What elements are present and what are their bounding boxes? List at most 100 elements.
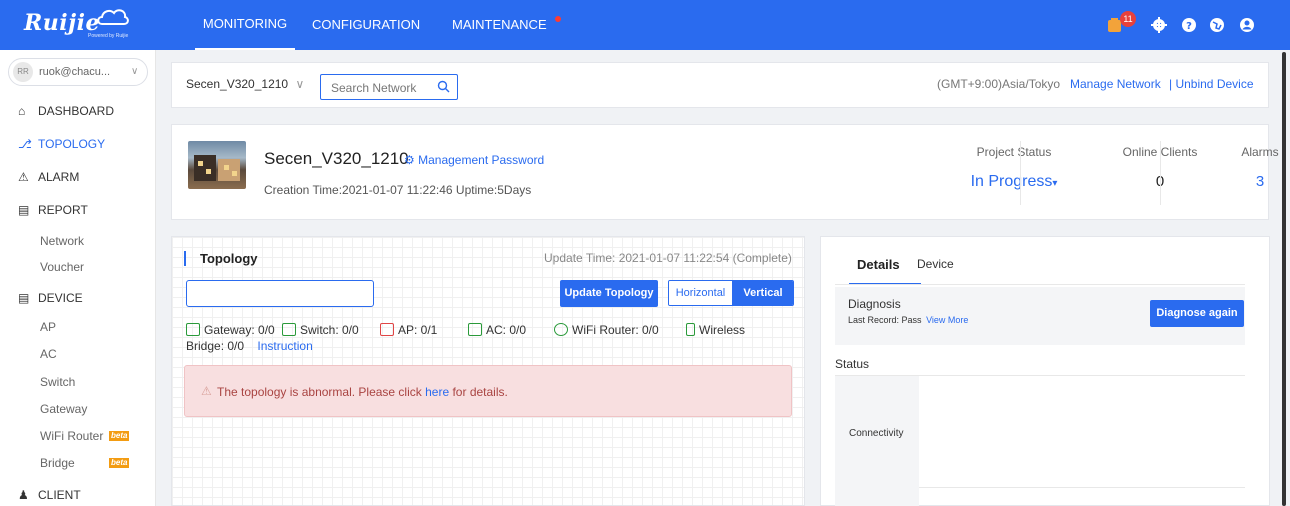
project-status: Project Status In Progress▾ (810, 125, 1058, 221)
legend-wifi-router[interactable]: WiFi Router: 0/0 (554, 321, 659, 339)
maintenance-alert-dot (555, 16, 561, 22)
sidebar-item-label: TOPOLOGY (38, 137, 106, 151)
last-record: Last Record: Pass View More (848, 315, 968, 325)
sidebar-item-client[interactable]: ♟ CLIENT (0, 482, 156, 506)
sidebar-item-dashboard[interactable]: ⌂ DASHBOARD (0, 98, 156, 124)
status-label-column: Connectivity (835, 376, 919, 506)
legend-label: AP: 0/1 (398, 323, 438, 337)
sidebar-item-report[interactable]: ▤ REPORT (0, 197, 156, 223)
diagnosis-panel: Diagnosis Last Record: Pass View More Di… (835, 287, 1245, 345)
project-name: Secen_V320_1210 (264, 149, 409, 168)
legend-bridge: Bridge: 0/0 Instruction (186, 337, 313, 355)
alert-text: for details. (449, 385, 508, 399)
alert-details-link[interactable]: here (425, 385, 449, 399)
sidebar-sub-network[interactable]: Network (40, 231, 84, 251)
management-password-link[interactable]: ⚙ Management Password (404, 153, 544, 167)
update-topology-button[interactable]: Update Topology (560, 280, 658, 307)
diagnose-again-button[interactable]: Diagnose again (1150, 300, 1244, 327)
sidebar-sub-label: WiFi Router (40, 429, 104, 443)
sidebar-sub-voucher[interactable]: Voucher (40, 257, 84, 277)
chevron-down-icon: ∨ (131, 66, 139, 77)
sidebar: RR ruok@chacu... ∨ ⌂ DASHBOARD ⎇ TOPOLOG… (0, 50, 156, 506)
legend-label: WiFi Router: 0/0 (572, 323, 659, 337)
nav-configuration[interactable]: CONFIGURATION (312, 0, 420, 50)
nav-maintenance[interactable]: MAINTENANCE (452, 0, 547, 50)
last-record-text: Last Record: Pass (848, 315, 922, 325)
diagnosis-title: Diagnosis (848, 297, 901, 311)
notification-count-badge: 11 (1120, 11, 1136, 27)
beta-badge: beta (109, 458, 130, 468)
instruction-link[interactable]: Instruction (257, 339, 312, 353)
top-bar: Ruijie Powered by Ruijie MONITORING CONF… (0, 0, 1290, 50)
tab-device[interactable]: Device (917, 257, 954, 271)
user-menu[interactable]: RR ruok@chacu... ∨ (8, 58, 148, 86)
project-card: Secen_V320_1210 ⚙ Management Password Cr… (171, 124, 1279, 221)
avatar: RR (13, 62, 33, 82)
sidebar-item-alarm[interactable]: ⚠ ALARM (0, 164, 156, 190)
ac-icon (468, 323, 482, 336)
legend-label: AC: 0/0 (486, 323, 527, 337)
device-icon: ▤ (18, 291, 30, 305)
legend-ac[interactable]: AC: 0/0 (468, 321, 526, 339)
sidebar-sub-switch[interactable]: Switch (40, 372, 75, 392)
sidebar-item-topology[interactable]: ⎇ TOPOLOGY (0, 131, 156, 157)
view-more-link[interactable]: View More (926, 315, 968, 325)
logo-subtitle: Powered by Ruijie (88, 33, 129, 39)
sidebar-item-label: REPORT (38, 203, 88, 217)
vertical-toggle[interactable]: Vertical (732, 281, 793, 305)
legend-label: Switch: 0/0 (300, 323, 359, 337)
sidebar-sub-ap[interactable]: AP (40, 317, 56, 337)
sidebar-sub-ac[interactable]: AC (40, 344, 57, 364)
page-scrollbar[interactable] (1282, 52, 1286, 506)
globe-icon[interactable] (1208, 16, 1226, 34)
topology-search-input[interactable] (186, 280, 374, 307)
beta-badge: beta (109, 431, 130, 441)
help-icon[interactable]: ? (1180, 16, 1198, 34)
sidebar-sub-bridge[interactable]: Bridge (40, 453, 75, 473)
management-password-label: Management Password (418, 153, 545, 167)
alarms-value[interactable]: 3 (1210, 173, 1290, 190)
tabs-divider (835, 284, 1245, 285)
creation-info: Creation Time:2021-01-07 11:22:46 Uptime… (264, 183, 532, 197)
project-thumbnail (188, 141, 246, 189)
switch-icon (282, 323, 296, 336)
search-placeholder: Search Network (331, 81, 417, 95)
alert-text: The topology is abnormal. Please click (217, 385, 426, 399)
sidebar-sub-wifi-router[interactable]: WiFi Router (40, 426, 103, 446)
online-clients: Online Clients 0 (1020, 125, 1198, 221)
search-icon[interactable] (437, 80, 450, 96)
topology-title: Topology (184, 251, 258, 266)
horizontal-toggle[interactable]: Horizontal (669, 281, 732, 305)
topology-card: Topology Update Time: 2021-01-07 11:22:5… (171, 236, 805, 506)
sidebar-item-device[interactable]: ▤ DEVICE (0, 285, 156, 311)
manage-network-link[interactable]: Manage Network (1070, 77, 1161, 91)
user-icon[interactable] (1238, 16, 1256, 34)
layout-toggle: Horizontal Vertical (668, 280, 794, 306)
legend-label: Bridge: 0/0 (186, 339, 245, 353)
alarms: Alarms 3 (1160, 125, 1278, 221)
ruijie-logo[interactable]: Ruijie Powered by Ruijie (24, 8, 144, 42)
gateway-icon (186, 323, 200, 336)
legend-ap[interactable]: AP: 0/1 (380, 321, 437, 339)
tab-details[interactable]: Details (857, 257, 900, 272)
alarms-label: Alarms (1241, 145, 1279, 159)
sidebar-item-label: DEVICE (38, 291, 83, 305)
alarm-icon: ⚠ (18, 170, 29, 184)
topology-icon: ⎇ (18, 137, 32, 151)
user-name: ruok@chacu... (39, 66, 111, 78)
home-icon: ⌂ (18, 104, 26, 118)
sidebar-item-label: ALARM (38, 170, 80, 184)
unbind-device-link[interactable]: | Unbind Device (1169, 77, 1254, 91)
sidebar-sub-gateway[interactable]: Gateway (40, 399, 87, 419)
wireless-bridge-icon (686, 323, 695, 336)
gear-icon[interactable] (1150, 16, 1168, 34)
nav-monitoring[interactable]: MONITORING (195, 0, 295, 50)
sidebar-item-label: DASHBOARD (38, 104, 115, 118)
cloud-logo-icon (97, 9, 129, 25)
legend-wireless[interactable]: Wireless (686, 321, 745, 339)
alert-message: The topology is abnormal. Please click h… (217, 385, 508, 399)
network-select[interactable]: Secen_V320_1210 ∨ (186, 77, 304, 91)
status-title: Status (835, 357, 870, 371)
warning-icon: ⚠ (201, 384, 212, 398)
search-network-input[interactable]: Search Network (320, 74, 458, 100)
